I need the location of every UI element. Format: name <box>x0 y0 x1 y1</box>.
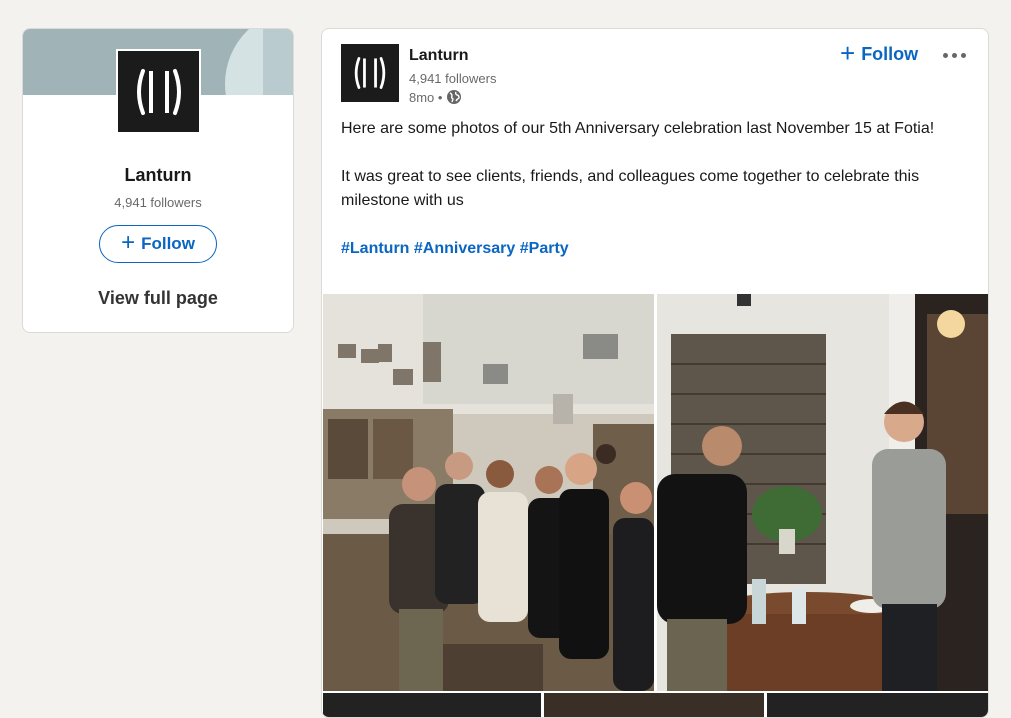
follower-count: 4,941 followers <box>114 195 202 210</box>
post-image[interactable] <box>657 294 988 691</box>
hashtag-link[interactable]: #Lanturn <box>341 240 409 257</box>
hashtag-link[interactable]: #Party <box>520 240 569 257</box>
post-text-paragraph: Here are some photos of our 5th Annivers… <box>341 120 935 137</box>
follow-button[interactable]: + Follow <box>99 225 217 263</box>
follow-label: Follow <box>141 234 195 253</box>
author-avatar[interactable] <box>341 44 399 102</box>
post-text-paragraph: It was great to see clients, friends, an… <box>341 168 920 209</box>
post-meta: 8mo • <box>409 89 462 105</box>
lanturn-logo-icon <box>136 68 181 115</box>
lanturn-logo-icon <box>354 57 386 89</box>
hashtag-link[interactable]: #Anniversary <box>414 240 515 257</box>
globe-icon <box>447 90 462 104</box>
company-card: Lanturn 4,941 followers + Follow View fu… <box>22 28 294 333</box>
follow-label: Follow <box>861 43 919 64</box>
post-image[interactable] <box>323 294 654 691</box>
view-full-page-link[interactable]: View full page <box>23 288 293 309</box>
hashtag-row: #Lanturn #Anniversary #Party <box>341 237 961 261</box>
more-options-button[interactable] <box>936 45 972 65</box>
ellipsis-icon <box>942 52 966 58</box>
company-name[interactable]: Lanturn <box>23 165 293 186</box>
post-time: 8mo • <box>409 89 443 105</box>
plus-icon: + <box>840 38 856 68</box>
company-logo[interactable] <box>116 49 201 134</box>
author-name[interactable]: Lanturn <box>409 47 469 65</box>
post-body: Here are some photos of our 5th Annivers… <box>341 117 961 261</box>
author-followers: 4,941 followers <box>409 71 497 86</box>
post-follow-button[interactable]: + Follow <box>840 38 919 68</box>
plus-icon: + <box>121 229 136 256</box>
feed-post: Lanturn 4,941 followers 8mo • + Follow H… <box>321 28 989 718</box>
